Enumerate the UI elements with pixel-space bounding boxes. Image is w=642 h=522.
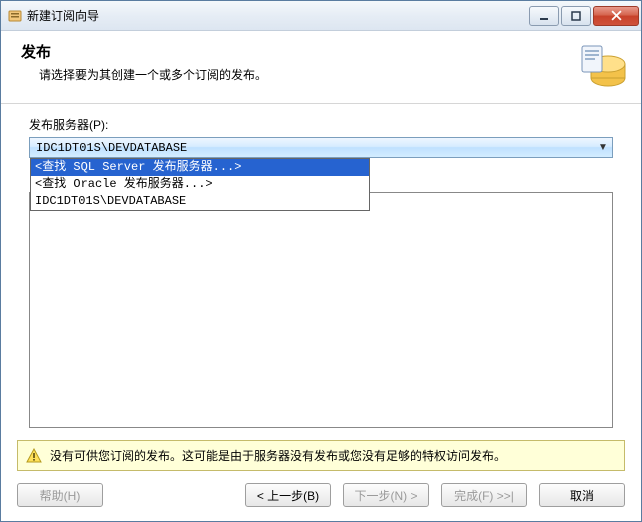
dropdown-option[interactable]: IDC1DT01S\DEVDATABASE <box>31 193 369 210</box>
warning-icon <box>26 448 42 464</box>
close-button[interactable] <box>593 6 639 26</box>
app-icon <box>7 8 23 24</box>
page-subtitle: 请选择要为其创建一个或多个订阅的发布。 <box>21 66 577 83</box>
wizard-window: 新建订阅向导 发布 请选择要为其创建一个或多个订阅的发布。 <box>0 0 642 522</box>
header-strip: 发布 请选择要为其创建一个或多个订阅的发布。 <box>1 31 641 104</box>
publications-listbox[interactable] <box>29 192 613 428</box>
cancel-button[interactable]: 取消 <box>539 483 625 507</box>
page-title: 发布 <box>21 41 577 62</box>
window-title: 新建订阅向导 <box>27 7 529 24</box>
dropdown-option[interactable]: <查找 Oracle 发布服务器...> <box>31 176 369 193</box>
window-controls <box>529 6 639 26</box>
body: 发布服务器(P): IDC1DT01S\DEVDATABASE ▼ <查找 SQ… <box>1 104 641 434</box>
warning-text: 没有可供您订阅的发布。这可能是由于服务器没有发布或您没有足够的特权访问发布。 <box>50 447 506 464</box>
back-button[interactable]: < 上一步(B) <box>245 483 331 507</box>
help-button[interactable]: 帮助(H) <box>17 483 103 507</box>
titlebar: 新建订阅向导 <box>1 1 641 31</box>
header-text: 发布 请选择要为其创建一个或多个订阅的发布。 <box>21 41 577 83</box>
publisher-selected: IDC1DT01S\DEVDATABASE <box>30 141 594 155</box>
dropdown-option[interactable]: <查找 SQL Server 发布服务器...> <box>31 159 369 176</box>
minimize-button[interactable] <box>529 6 559 26</box>
maximize-button[interactable] <box>561 6 591 26</box>
header-graphic-icon <box>577 41 627 89</box>
publisher-dropdown: <查找 SQL Server 发布服务器...> <查找 Oracle 发布服务… <box>30 158 370 211</box>
next-button[interactable]: 下一步(N) > <box>343 483 429 507</box>
warning-bar: 没有可供您订阅的发布。这可能是由于服务器没有发布或您没有足够的特权访问发布。 <box>17 440 625 471</box>
publisher-combobox[interactable]: IDC1DT01S\DEVDATABASE ▼ <查找 SQL Server 发… <box>29 137 613 158</box>
chevron-down-icon: ▼ <box>594 142 612 153</box>
button-row: 帮助(H) < 上一步(B) 下一步(N) > 完成(F) >>| 取消 <box>1 471 641 521</box>
finish-button[interactable]: 完成(F) >>| <box>441 483 527 507</box>
publisher-label: 发布服务器(P): <box>29 116 613 133</box>
